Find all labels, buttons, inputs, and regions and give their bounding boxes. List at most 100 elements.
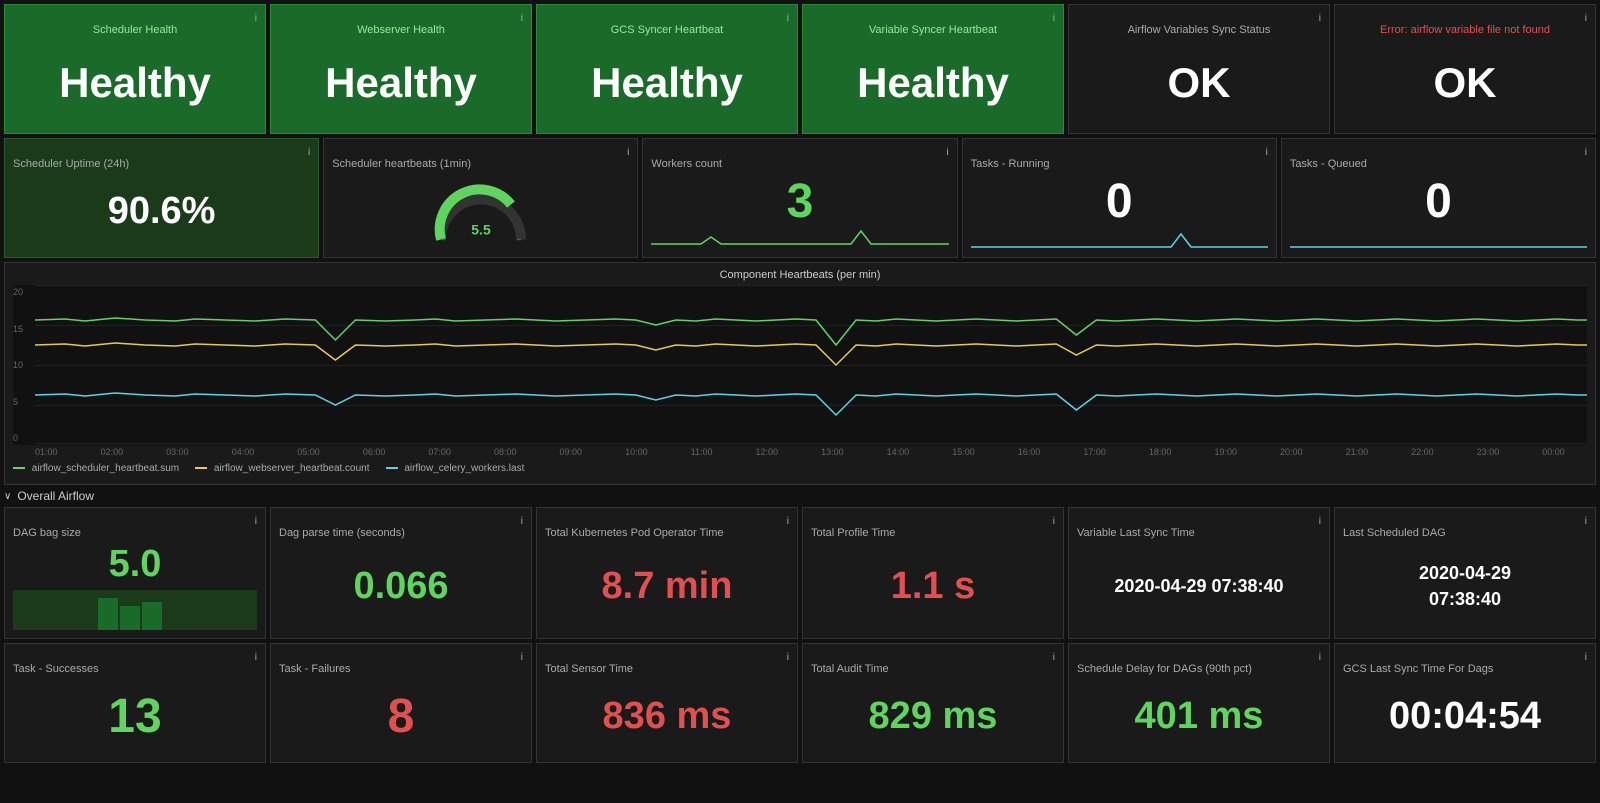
dag-parse-value: 0.066 — [279, 543, 523, 630]
legend-item-scheduler: airflow_scheduler_heartbeat.sum — [13, 463, 179, 474]
card-tasks-running: i Tasks - Running 0 — [962, 138, 1277, 258]
info-icon-airflow-vars[interactable]: i — [1319, 13, 1321, 24]
variable-syncer-value: Healthy — [811, 40, 1055, 125]
uptime-value: 90.6% — [13, 174, 310, 249]
tasks-running-title: Tasks - Running — [971, 158, 1268, 170]
card-tasks-queued: i Tasks - Queued 0 — [1281, 138, 1596, 258]
variable-syncer-title: Variable Syncer Heartbeat — [811, 24, 1055, 36]
metrics-row: i Scheduler Uptime (24h) 90.6% i Schedul… — [4, 138, 1596, 258]
legend-item-celery: airflow_celery_workers.last — [386, 463, 525, 474]
gcs-syncer-title: GCS Syncer Heartbeat — [545, 24, 789, 36]
dashboard: i Scheduler Health Healthy i Webserver H… — [0, 0, 1600, 803]
info-icon-heartbeats[interactable]: i — [627, 147, 629, 158]
info-icon-webserver-health[interactable]: i — [521, 13, 523, 24]
card-dag-bag-size: i DAG bag size 5.0 — [4, 507, 266, 639]
card-error-airflow: i Error: airflow variable file not found… — [1334, 4, 1596, 134]
info-icon-dag-parse[interactable]: i — [521, 516, 523, 527]
chart-y-labels: 20 15 10 5 0 — [13, 285, 35, 445]
card-task-failures: i Task - Failures 8 — [270, 643, 532, 763]
airflow-vars-value: OK — [1077, 40, 1321, 125]
overall-airflow-section-header[interactable]: ∨ Overall Airflow — [4, 489, 1596, 503]
schedule-delay-value: 401 ms — [1077, 679, 1321, 754]
info-icon-gcs-last-sync[interactable]: i — [1585, 652, 1587, 663]
gauge-value: 5.5 — [471, 221, 491, 237]
card-webserver-health: i Webserver Health Healthy — [270, 4, 532, 134]
card-scheduler-heartbeats: i Scheduler heartbeats (1min) 5.5 — [323, 138, 638, 258]
workers-value: 3 — [651, 174, 948, 229]
gauge-svg: 5.5 — [431, 177, 531, 247]
legend-dot-scheduler — [13, 467, 25, 469]
info-icon-k8s-pod[interactable]: i — [787, 516, 789, 527]
info-icon-var-sync[interactable]: i — [1319, 516, 1321, 527]
chart-title: Component Heartbeats (per min) — [13, 269, 1587, 281]
section-label: Overall Airflow — [17, 489, 94, 503]
info-icon-schedule-delay[interactable]: i — [1319, 652, 1321, 663]
last-scheduled-title: Last Scheduled DAG — [1343, 527, 1587, 539]
gcs-last-sync-title: GCS Last Sync Time For Dags — [1343, 663, 1587, 675]
info-icon-dag-bag[interactable]: i — [255, 516, 257, 527]
task-failures-title: Task - Failures — [279, 663, 523, 675]
info-icon-tasks-queued[interactable]: i — [1585, 147, 1587, 158]
airflow-vars-title: Airflow Variables Sync Status — [1077, 24, 1321, 36]
card-last-scheduled-dag: i Last Scheduled DAG 2020-04-2907:38:40 — [1334, 507, 1596, 639]
chevron-icon: ∨ — [4, 491, 11, 502]
legend-dot-celery — [386, 467, 398, 469]
info-icon-tasks-running[interactable]: i — [1266, 147, 1268, 158]
tasks-queued-sparkline — [1290, 229, 1587, 249]
webserver-health-value: Healthy — [279, 40, 523, 125]
scheduler-health-value: Healthy — [13, 40, 257, 125]
var-sync-value: 2020-04-29 07:38:40 — [1077, 543, 1321, 630]
error-airflow-title: Error: airflow variable file not found — [1343, 24, 1587, 36]
audit-time-title: Total Audit Time — [811, 663, 1055, 675]
gauge-container: 5.5 — [332, 174, 629, 249]
info-icon-sensor-time[interactable]: i — [787, 652, 789, 663]
chart-row: Component Heartbeats (per min) 20 15 10 … — [4, 262, 1596, 485]
chart-x-labels: 01:00 02:00 03:00 04:00 05:00 06:00 07:0… — [13, 445, 1587, 459]
error-airflow-value: OK — [1343, 40, 1587, 125]
workers-title: Workers count — [651, 158, 948, 170]
gcs-syncer-value: Healthy — [545, 40, 789, 125]
top-status-row: i Scheduler Health Healthy i Webserver H… — [4, 4, 1596, 134]
heartbeats-title: Scheduler heartbeats (1min) — [332, 158, 629, 170]
info-icon-uptime[interactable]: i — [308, 147, 310, 158]
info-icon-variable-syncer[interactable]: i — [1053, 13, 1055, 24]
dag-bag-value: 5.0 — [13, 543, 257, 586]
sensor-time-value: 836 ms — [545, 679, 789, 754]
info-icon-profile-time[interactable]: i — [1053, 516, 1055, 527]
k8s-pod-value: 8.7 min — [545, 543, 789, 630]
overall-row-1: i DAG bag size 5.0 i Dag parse time (sec… — [4, 507, 1596, 639]
tasks-running-value: 0 — [971, 174, 1268, 229]
dag-bag-title: DAG bag size — [13, 527, 257, 539]
card-total-k8s-pod: i Total Kubernetes Pod Operator Time 8.7… — [536, 507, 798, 639]
card-dag-parse-time: i Dag parse time (seconds) 0.066 — [270, 507, 532, 639]
info-icon-last-scheduled[interactable]: i — [1585, 516, 1587, 527]
info-icon-workers[interactable]: i — [946, 147, 948, 158]
info-icon-task-successes[interactable]: i — [255, 652, 257, 663]
uptime-title: Scheduler Uptime (24h) — [13, 158, 310, 170]
card-total-sensor-time: i Total Sensor Time 836 ms — [536, 643, 798, 763]
info-icon-audit-time[interactable]: i — [1053, 652, 1055, 663]
card-schedule-delay: i Schedule Delay for DAGs (90th pct) 401… — [1068, 643, 1330, 763]
audit-time-value: 829 ms — [811, 679, 1055, 754]
card-scheduler-uptime: i Scheduler Uptime (24h) 90.6% — [4, 138, 319, 258]
info-icon-error-airflow[interactable]: i — [1585, 13, 1587, 24]
info-icon-scheduler-health[interactable]: i — [255, 13, 257, 24]
dag-parse-title: Dag parse time (seconds) — [279, 527, 523, 539]
card-variable-last-sync: i Variable Last Sync Time 2020-04-29 07:… — [1068, 507, 1330, 639]
k8s-pod-title: Total Kubernetes Pod Operator Time — [545, 527, 789, 539]
profile-time-value: 1.1 s — [811, 543, 1055, 630]
card-variable-syncer: i Variable Syncer Heartbeat Healthy — [802, 4, 1064, 134]
card-gcs-last-sync: i GCS Last Sync Time For Dags 00:04:54 — [1334, 643, 1596, 763]
workers-sparkline — [651, 229, 948, 249]
legend-dot-webserver — [195, 467, 207, 469]
sensor-time-title: Total Sensor Time — [545, 663, 789, 675]
schedule-delay-title: Schedule Delay for DAGs (90th pct) — [1077, 663, 1321, 675]
legend-item-webserver: airflow_webserver_heartbeat.count — [195, 463, 369, 474]
info-icon-task-failures[interactable]: i — [521, 652, 523, 663]
task-failures-value: 8 — [279, 679, 523, 754]
card-workers-count: i Workers count 3 — [642, 138, 957, 258]
card-gcs-syncer: i GCS Syncer Heartbeat Healthy — [536, 4, 798, 134]
tasks-queued-title: Tasks - Queued — [1290, 158, 1587, 170]
info-icon-gcs-syncer[interactable]: i — [787, 13, 789, 24]
chart-legend: airflow_scheduler_heartbeat.sum airflow_… — [13, 459, 1587, 478]
